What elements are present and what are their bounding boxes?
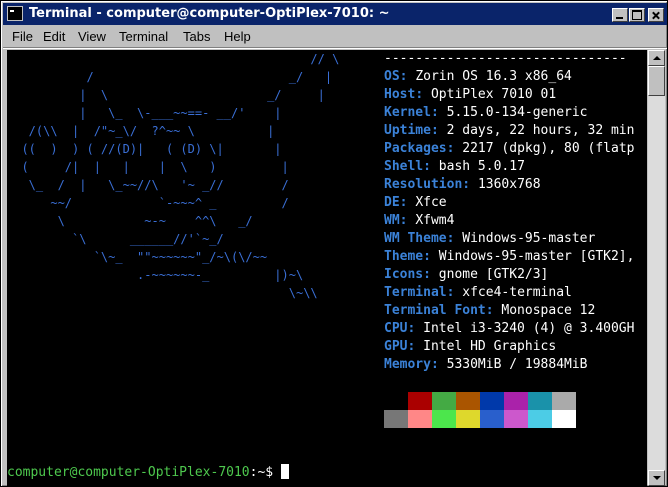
info-value: Windows-95-master [462,231,596,246]
terminal-window: Terminal - computer@computer-OptiPlex-70… [0,0,668,487]
info-row: Shell: bash 5.0.17 [384,159,525,174]
menu-terminal[interactable]: Terminal [119,29,168,44]
menu-file[interactable]: File [12,29,33,44]
info-value: 5.15.0-134-generic [446,105,588,120]
color-swatch [480,410,504,428]
info-value: Windows-95-master [GTK2], [438,249,635,264]
info-key: Terminal [384,285,447,300]
info-value: Intel i3-3240 (4) @ 3.400GH [423,321,635,336]
info-row: GPU: Intel HD Graphics [384,339,557,354]
menu-help[interactable]: Help [224,29,251,44]
info-row: Resolution: 1360x768 [384,177,541,192]
scroll-down-arrow-icon[interactable] [648,470,665,486]
info-value: Xfce [415,195,447,210]
title-bar[interactable]: Terminal - computer@computer-OptiPlex-70… [3,3,667,25]
info-key: Host [384,87,416,102]
window-title: Terminal - computer@computer-OptiPlex-70… [29,6,390,21]
info-row: OS: Zorin OS 16.3 x86_64 [384,69,572,84]
info-key: WM Theme [384,231,447,246]
info-value: 2217 (dpkg), 80 (flatp [462,141,635,156]
info-key: OS [384,69,400,84]
color-swatch [384,410,408,428]
info-key: GPU [384,339,408,354]
palette-row-normal [384,392,576,410]
menu-separator [3,47,667,49]
color-swatch [552,392,576,410]
menu-bar: File Edit View Terminal Tabs Help [3,27,667,47]
info-row: DE: Xfce [384,195,447,210]
info-key: Resolution [384,177,463,192]
menu-edit[interactable]: Edit [43,29,65,44]
info-row: Theme: Windows-95-master [GTK2], [384,249,635,264]
info-row: CPU: Intel i3-3240 (4) @ 3.400GH [384,321,635,336]
info-row: Packages: 2217 (dpkg), 80 (flatp [384,141,635,156]
info-separator: ------------------------------- [384,51,627,66]
system-info: ------------------------------- OS: Zori… [384,50,634,374]
color-swatch [504,392,528,410]
info-value: OptiPlex 7010 01 [430,87,557,102]
menu-view[interactable]: View [78,29,106,44]
color-swatch [480,392,504,410]
info-key: CPU [384,321,408,336]
info-value: 1360x768 [477,177,541,192]
info-row: Terminal Font: Monospace 12 [384,303,596,318]
color-swatch [408,410,432,428]
info-row: Icons: gnome [GTK2/3] [384,267,549,282]
info-value: gnome [GTK2/3] [438,267,549,282]
prompt-symbol: $ [265,465,281,480]
info-value: 2 days, 22 hours, 32 min [446,123,635,138]
info-key: Theme [384,249,424,264]
info-value: Zorin OS 16.3 x86_64 [415,69,572,84]
info-key: Packages [384,141,447,156]
color-swatch [528,410,552,428]
info-key: Kernel [384,105,431,120]
menu-tabs[interactable]: Tabs [183,29,210,44]
info-row: WM Theme: Windows-95-master [384,231,596,246]
terminal-output[interactable]: // \ / _/ | | \ _/ | | \_ \-___~~==- __/… [7,50,647,486]
color-swatch [528,392,552,410]
scroll-thumb[interactable] [648,66,665,96]
color-swatch [384,392,408,410]
info-key: Shell [384,159,424,174]
palette-row-bright [384,410,576,428]
info-value: xfce4-terminal [462,285,572,300]
color-swatch [504,410,528,428]
info-key: Memory [384,357,431,372]
info-key: Icons [384,267,424,282]
info-key: Terminal Font [384,303,486,318]
info-value: Xfwm4 [415,213,455,228]
info-key: WM [384,213,400,228]
vertical-scrollbar[interactable] [648,50,665,486]
scroll-up-arrow-icon[interactable] [648,50,665,66]
color-swatch [408,392,432,410]
minimize-button[interactable] [612,8,628,22]
maximize-button[interactable] [629,8,645,22]
prompt-user-host: computer@computer-OptiPlex-7010 [7,465,250,480]
text-cursor [280,464,289,479]
info-value: 5330MiB / 19884MiB [446,357,588,372]
info-row: WM: Xfwm4 [384,213,455,228]
info-row: Memory: 5330MiB / 19884MiB [384,357,588,372]
color-swatch [552,410,576,428]
info-value: Intel HD Graphics [423,339,557,354]
info-key: DE [384,195,400,210]
info-value: bash 5.0.17 [438,159,525,174]
color-swatch [456,410,480,428]
close-button[interactable] [648,8,664,22]
terminal-app-icon[interactable] [7,6,23,21]
info-key: Uptime [384,123,431,138]
color-palette [384,392,576,428]
shell-prompt[interactable]: computer@computer-OptiPlex-7010:~$ [7,464,289,482]
color-swatch [456,392,480,410]
ascii-logo: // \ / _/ | | \ _/ | | \_ \-___~~==- __/… [21,52,340,300]
info-row: Uptime: 2 days, 22 hours, 32 min [384,123,635,138]
info-row: Terminal: xfce4-terminal [384,285,572,300]
color-swatch [432,392,456,410]
info-value: Monospace 12 [501,303,596,318]
info-row: Kernel: 5.15.0-134-generic [384,105,588,120]
color-swatch [432,410,456,428]
info-row: Host: OptiPlex 7010 01 [384,87,557,102]
